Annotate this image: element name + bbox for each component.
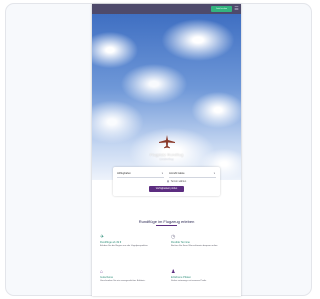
feature-item: ♟ Erfahrene Piloten Sicher unterwegs mit… — [171, 269, 233, 283]
chevron-down-icon: ▾ — [161, 172, 163, 175]
book-now-button[interactable]: Jetzt buchen — [211, 6, 232, 12]
feature-title: Gutscheine — [100, 276, 114, 279]
gift-icon: ⌂ — [100, 269, 104, 275]
feature-item: ✈ Rundflüge ab 49 € Erleben Sie die Regi… — [100, 234, 162, 248]
chevron-down-icon: ▾ — [213, 172, 215, 175]
hero-clouds-image: Flugplatz Rundflug Lindenflug — [92, 14, 241, 180]
guests-select[interactable]: Anzahl Gäste ▾ — [169, 170, 216, 178]
hero-subtitle: Lindenflug — [159, 157, 174, 161]
booking-widget: Abflughafen ▾ Anzahl Gäste ▾ ▦ Termin wä… — [113, 167, 220, 196]
feature-text: Sicher unterwegs mit unseren Profis. — [171, 280, 207, 282]
date-value: Termin wählen — [170, 180, 187, 183]
departure-value: Abflughafen — [117, 172, 131, 175]
calendar-icon: ▦ — [166, 180, 170, 183]
feature-item: ◷ Flexible Termine Buchen Sie Ihren Wuns… — [171, 234, 233, 248]
plane-icon: ✈ — [100, 234, 105, 240]
pilot-icon: ♟ — [171, 269, 176, 275]
date-picker[interactable]: ▦ Termin wählen — [141, 179, 212, 184]
departure-select[interactable]: Abflughafen ▾ — [117, 170, 164, 178]
feature-title: Flexible Termine — [171, 241, 190, 244]
feature-text: Buchen Sie Ihren Wunschtermin bequem onl… — [171, 245, 218, 247]
feature-text: Erleben Sie die Region aus der Vogelpers… — [100, 245, 149, 247]
clock-icon: ◷ — [171, 234, 176, 240]
mobile-page: Jetzt buchen ☰ Flugplatz Rundflug Linden… — [92, 4, 241, 296]
feature-title: Erfahrene Piloten — [171, 276, 192, 279]
airplane-icon — [159, 135, 175, 149]
search-button[interactable]: Verfügbarkeit prüfen — [149, 186, 184, 192]
top-navigation-bar: Jetzt buchen ☰ — [92, 4, 241, 14]
features-heading: Rundflüge im Flugzeug erleben — [138, 219, 195, 224]
feature-item: ⌂ Gutscheine Verschenken Sie ein unverge… — [100, 269, 162, 283]
heading-underline — [156, 225, 177, 226]
feature-title: Rundflüge ab 49 € — [100, 241, 122, 244]
feature-text: Verschenken Sie ein unvergessliches Erle… — [100, 280, 146, 282]
guests-value: Anzahl Gäste — [169, 172, 185, 175]
menu-icon[interactable]: ☰ — [234, 6, 239, 12]
